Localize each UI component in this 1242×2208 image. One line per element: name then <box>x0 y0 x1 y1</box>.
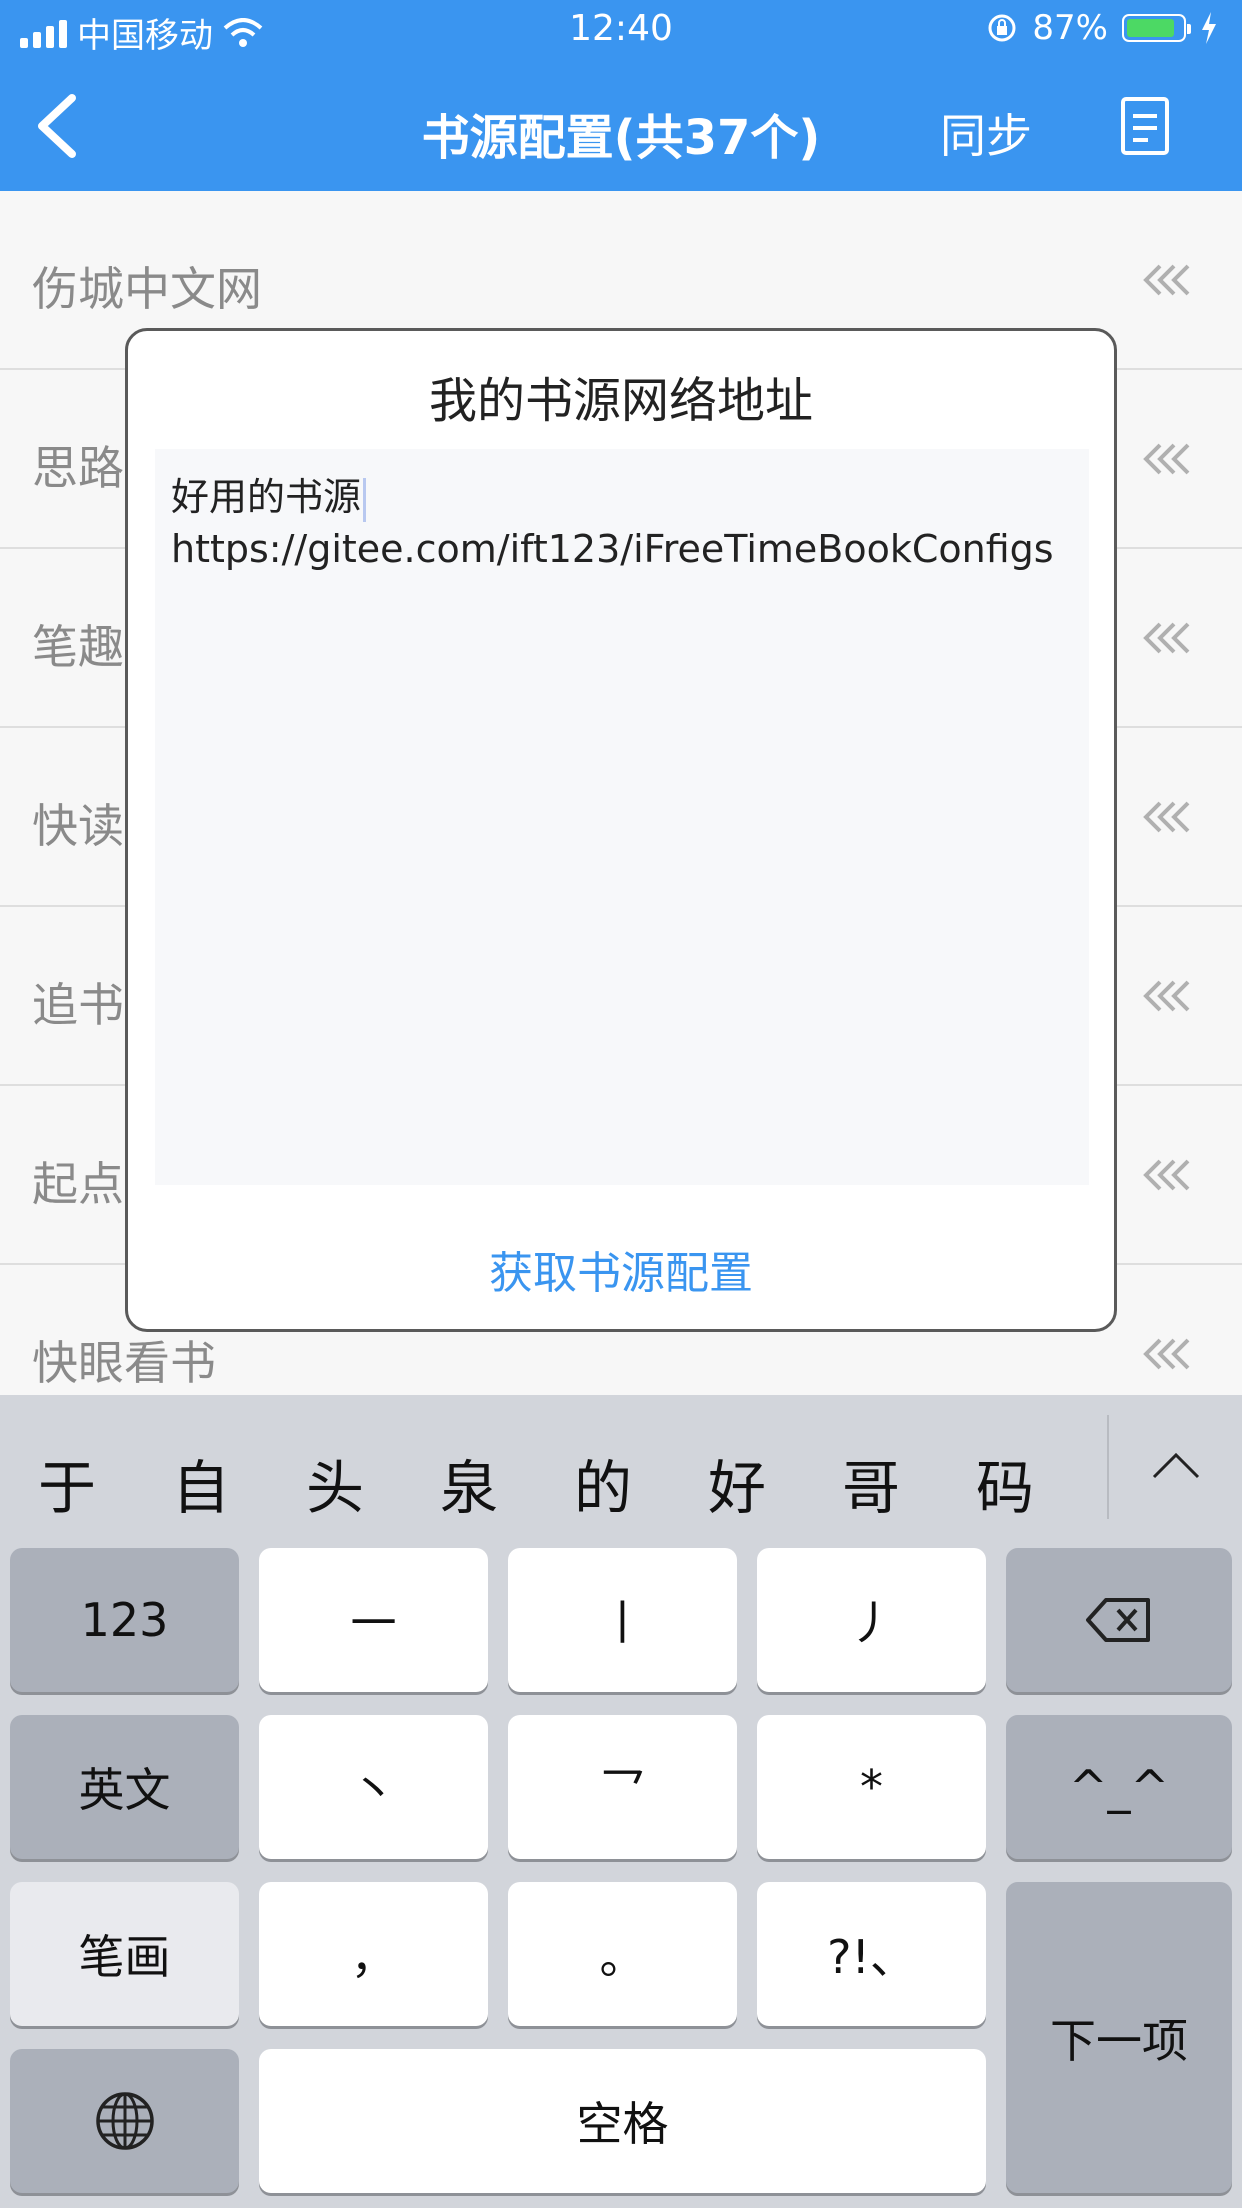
battery-fill <box>1127 19 1174 37</box>
candidate-item[interactable]: 泉 <box>402 1441 536 1525</box>
triple-chevron-left-icon[interactable] <box>1142 621 1194 655</box>
expand-candidates-icon[interactable] <box>1150 1447 1202 1483</box>
fetch-config-button[interactable]: 获取书源配置 <box>128 1237 1114 1301</box>
battery-icon <box>1122 14 1191 42</box>
triple-chevron-left-icon[interactable] <box>1142 442 1194 476</box>
key-comma[interactable]: ， <box>259 1882 488 2026</box>
status-right: 87% <box>986 8 1218 48</box>
battery-percent: 87% <box>1032 8 1108 48</box>
dialog-title: 我的书源网络地址 <box>428 373 813 429</box>
triple-chevron-left-icon[interactable] <box>1142 1158 1194 1192</box>
candidate-item[interactable]: 码 <box>938 1441 1072 1525</box>
backspace-key[interactable] <box>1006 1548 1232 1692</box>
text-caret <box>363 477 367 522</box>
triple-chevron-left-icon[interactable] <box>1142 800 1194 834</box>
triple-chevron-left-icon[interactable] <box>1142 263 1194 297</box>
orientation-lock-icon <box>988 14 1016 42</box>
key-stroke-pie[interactable]: 丿 <box>757 1548 986 1692</box>
candidate-item[interactable]: 哥 <box>804 1441 938 1525</box>
source-url-textarea[interactable]: 好用的书源 https://gitee.com/ift123/iFreeTime… <box>155 449 1089 1185</box>
textarea-line-2: https://gitee.com/ift123/iFreeTimeBookCo… <box>171 527 1054 571</box>
key-space[interactable]: 空格 <box>259 2049 986 2193</box>
status-bar: 中国移动 12:40 87% <box>0 0 1242 62</box>
sync-button[interactable]: 同步 <box>940 100 1032 166</box>
key-123[interactable]: 123 <box>10 1548 239 1692</box>
document-icon[interactable] <box>1120 96 1170 156</box>
candidate-item[interactable]: 自 <box>134 1441 268 1525</box>
keyboard: 于 自 头 泉 的 好 哥 码 123 一 丨 丿 英文 丶 乛 * ^_^ 笔… <box>0 1395 1242 2208</box>
candidate-divider <box>1107 1415 1109 1519</box>
globe-icon <box>95 2092 154 2150</box>
list-item-label: 伤城中文网 <box>32 262 262 316</box>
source-url-dialog: 我的书源网络地址 好用的书源 https://gitee.com/ift123/… <box>125 328 1117 1332</box>
backspace-icon <box>1086 1598 1150 1642</box>
top-bar: 中国移动 12:40 87% 书源配置(共37个) 同步 <box>0 0 1242 191</box>
key-period[interactable]: 。 <box>508 1882 737 2026</box>
list-item-label: 起点 <box>32 1157 124 1211</box>
candidate-item[interactable]: 于 <box>0 1441 134 1525</box>
key-stroke-mode[interactable]: 笔画 <box>10 1882 239 2026</box>
list-item-label: 笔趣 <box>32 620 124 674</box>
key-globe[interactable] <box>10 2049 239 2193</box>
triple-chevron-left-icon[interactable] <box>1142 1337 1194 1371</box>
key-wildcard[interactable]: * <box>757 1715 986 1859</box>
key-stroke-zhe[interactable]: 乛 <box>508 1715 737 1859</box>
charging-icon <box>1202 12 1216 44</box>
page-title: 书源配置(共37个) <box>421 110 821 166</box>
key-stroke-shu[interactable]: 丨 <box>508 1548 737 1692</box>
key-punctuation[interactable]: ?!、 <box>757 1882 986 2026</box>
textarea-line-1: 好用的书源 <box>171 475 362 519</box>
key-next[interactable]: 下一项 <box>1006 1882 1232 2193</box>
key-stroke-dian[interactable]: 丶 <box>259 1715 488 1859</box>
list-item-label: 思路 <box>32 441 124 495</box>
candidate-bar: 于 自 头 泉 的 好 哥 码 <box>0 1395 1242 1555</box>
list-item-label: 追书 <box>32 978 124 1032</box>
key-stroke-heng[interactable]: 一 <box>259 1548 488 1692</box>
nav-bar: 书源配置(共37个) 同步 <box>0 62 1242 191</box>
candidate-item[interactable]: 头 <box>268 1441 402 1525</box>
key-english[interactable]: 英文 <box>10 1715 239 1859</box>
candidate-item[interactable]: 好 <box>670 1441 804 1525</box>
candidate-item[interactable]: 的 <box>536 1441 670 1525</box>
list-item-label: 快读 <box>32 799 124 853</box>
list-item-label: 快眼看书 <box>32 1336 216 1390</box>
triple-chevron-left-icon[interactable] <box>1142 979 1194 1013</box>
key-emoticon[interactable]: ^_^ <box>1006 1715 1232 1859</box>
